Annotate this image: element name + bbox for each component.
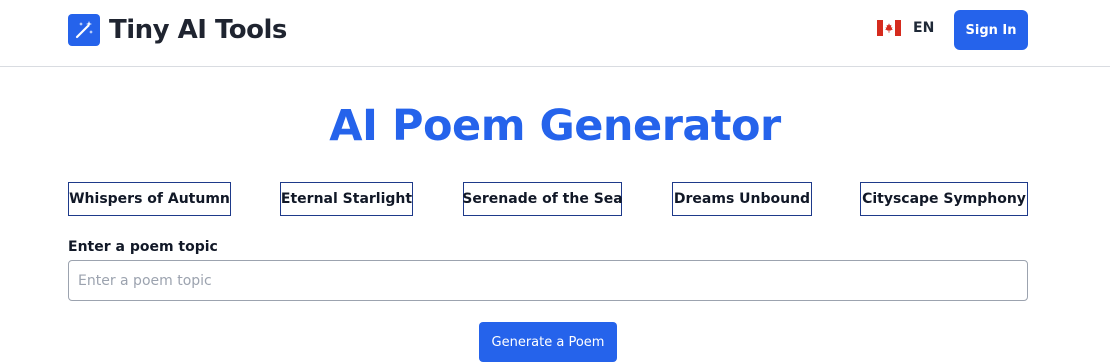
- suggestion-eternal-starlight[interactable]: Eternal Starlight: [280, 182, 413, 216]
- brand-logo-link[interactable]: Tiny AI Tools: [68, 14, 287, 46]
- suggestion-dreams-unbound[interactable]: Dreams Unbound: [672, 182, 812, 216]
- suggestion-whispers-of-autumn[interactable]: Whispers of Autumn: [68, 182, 231, 216]
- language-code: EN: [913, 20, 935, 36]
- sign-in-button[interactable]: Sign In: [954, 10, 1028, 50]
- page-title: AI Poem Generator: [329, 101, 781, 151]
- generate-poem-button[interactable]: Generate a Poem: [479, 322, 617, 362]
- brand-name: Tiny AI Tools: [109, 15, 287, 45]
- canada-flag-icon: [877, 20, 901, 36]
- site-header: Tiny AI Tools EN Sign In: [0, 0, 1110, 67]
- suggestion-cityscape-symphony[interactable]: Cityscape Symphony: [860, 182, 1028, 216]
- language-selector[interactable]: EN: [877, 19, 934, 37]
- suggestion-serenade-of-the-sea[interactable]: Serenade of the Sea: [462, 182, 623, 216]
- magic-wand-icon: [68, 14, 100, 46]
- topic-suggestions: Whispers of Autumn Eternal Starlight Ser…: [0, 182, 1110, 216]
- poem-topic-input[interactable]: [68, 260, 1028, 301]
- topic-field-label: Enter a poem topic: [68, 239, 218, 255]
